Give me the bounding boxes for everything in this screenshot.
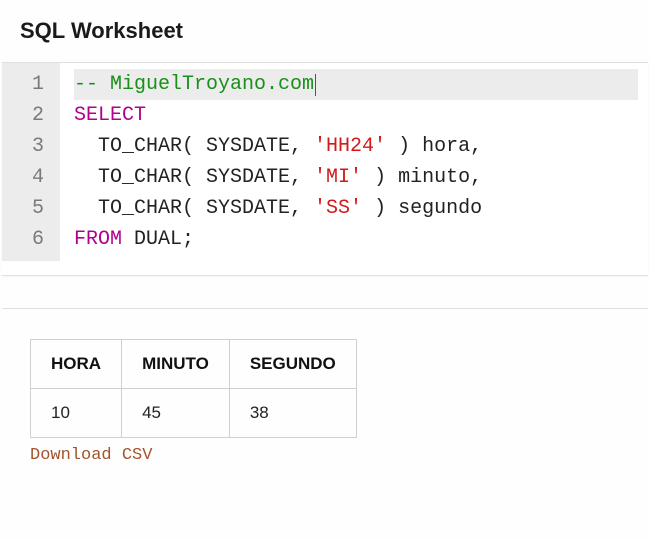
table-row: 104538 — [31, 389, 357, 438]
code-token: DUAL; — [122, 228, 194, 251]
page-title: SQL Worksheet — [0, 0, 650, 62]
code-token: FROM — [74, 228, 122, 251]
table-cell: 45 — [122, 389, 230, 438]
code-line[interactable]: SELECT — [74, 100, 638, 131]
line-number: 6 — [20, 224, 44, 255]
results-table: HORAMINUTOSEGUNDO 104538 — [30, 339, 357, 438]
code-token: 'SS' — [314, 197, 362, 220]
code-line[interactable]: TO_CHAR( SYSDATE, 'HH24' ) hora, — [74, 131, 638, 162]
code-line[interactable]: TO_CHAR( SYSDATE, 'SS' ) segundo — [74, 193, 638, 224]
line-number: 2 — [20, 100, 44, 131]
code-line[interactable]: -- MiguelTroyano.com — [74, 69, 638, 100]
code-token: 'HH24' — [314, 135, 386, 158]
sql-editor[interactable]: 123456 -- MiguelTroyano.com SELECT TO_CHA… — [2, 62, 648, 276]
code-token: TO_CHAR( SYSDATE, — [74, 197, 314, 220]
column-header: HORA — [31, 340, 122, 389]
code-token: ) hora, — [386, 135, 482, 158]
download-csv-link[interactable]: Download CSV — [30, 446, 152, 465]
column-header: SEGUNDO — [229, 340, 356, 389]
code-line[interactable]: FROM DUAL; — [74, 224, 638, 255]
code-token: SELECT — [74, 104, 146, 127]
code-token: TO_CHAR( SYSDATE, — [74, 135, 314, 158]
code-token: TO_CHAR( SYSDATE, — [74, 166, 314, 189]
editor-gutter: 123456 — [2, 63, 60, 261]
table-cell: 38 — [229, 389, 356, 438]
table-header-row: HORAMINUTOSEGUNDO — [31, 340, 357, 389]
line-number: 1 — [20, 69, 44, 100]
results-panel: HORAMINUTOSEGUNDO 104538 Download CSV — [2, 308, 648, 475]
code-token: ) segundo — [362, 197, 482, 220]
line-number: 5 — [20, 193, 44, 224]
code-token: 'MI' — [314, 166, 362, 189]
line-number: 4 — [20, 162, 44, 193]
code-token: -- MiguelTroyano.com — [74, 73, 314, 96]
editor-cursor — [315, 74, 316, 96]
line-number: 3 — [20, 131, 44, 162]
table-cell: 10 — [31, 389, 122, 438]
editor-code-area[interactable]: -- MiguelTroyano.com SELECT TO_CHAR( SYSD… — [60, 63, 648, 261]
column-header: MINUTO — [122, 340, 230, 389]
code-token: ) minuto, — [362, 166, 482, 189]
code-line[interactable]: TO_CHAR( SYSDATE, 'MI' ) minuto, — [74, 162, 638, 193]
